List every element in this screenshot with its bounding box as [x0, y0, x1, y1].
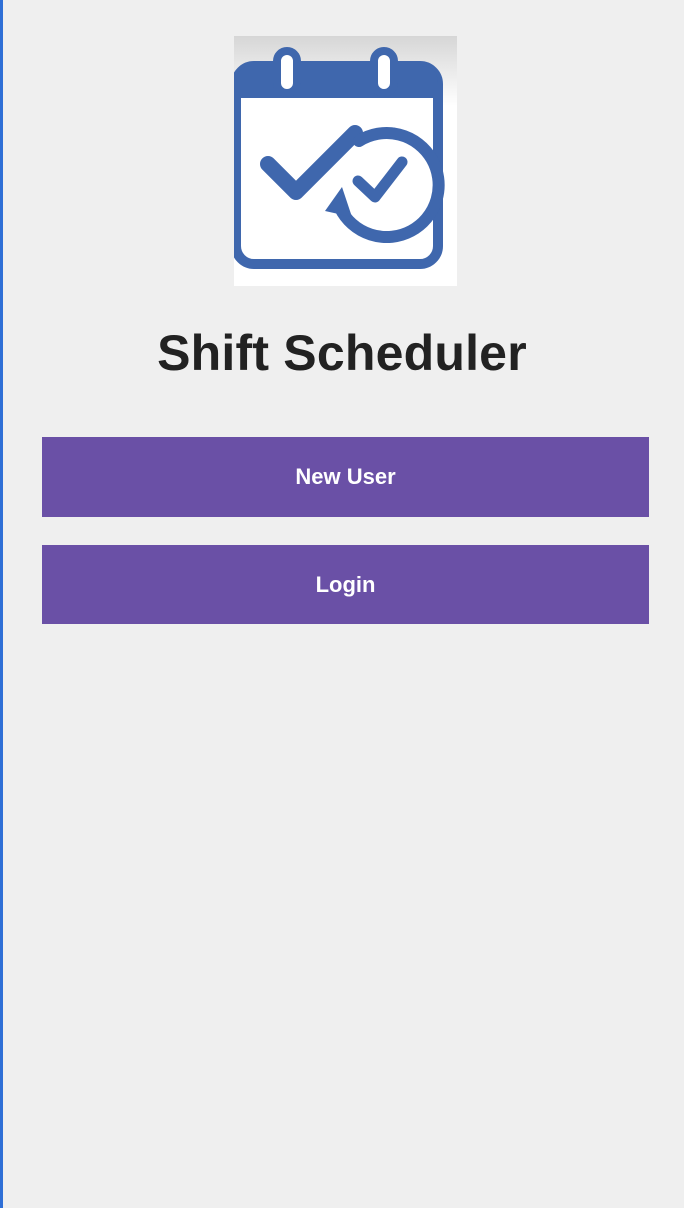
left-edge-divider — [0, 0, 3, 1208]
calendar-check-icon — [234, 36, 457, 286]
app-logo — [234, 36, 457, 286]
login-button[interactable]: Login — [42, 545, 649, 624]
app-title: Shift Scheduler — [157, 325, 527, 381]
new-user-button[interactable]: New User — [42, 437, 649, 517]
